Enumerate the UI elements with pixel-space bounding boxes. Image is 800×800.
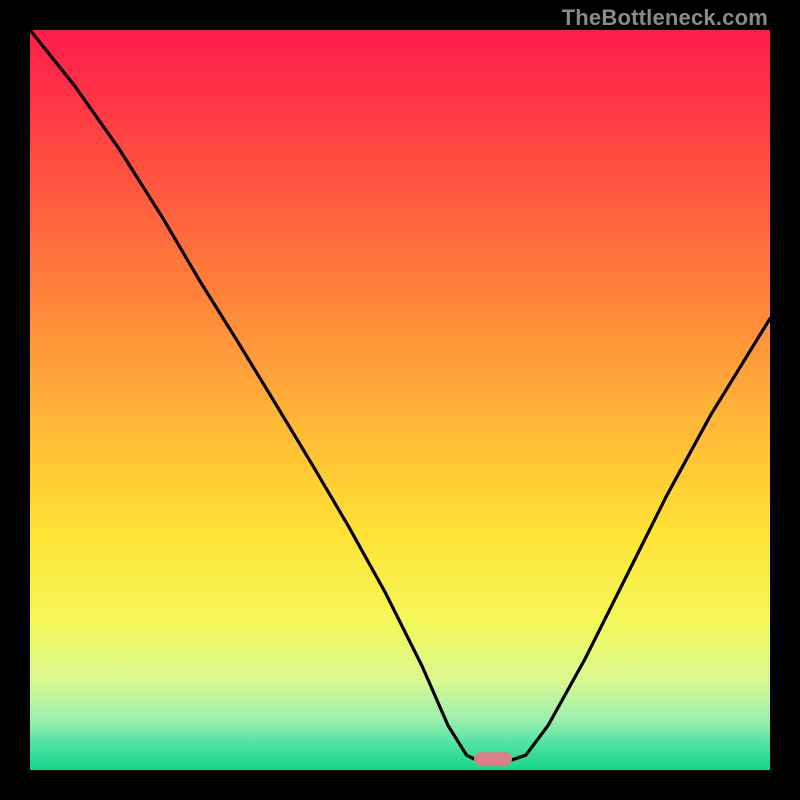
watermark-label: TheBottleneck.com xyxy=(562,5,768,31)
chart-frame: TheBottleneck.com xyxy=(0,0,800,800)
plot-area xyxy=(30,30,770,770)
optimum-marker xyxy=(474,752,512,766)
bottleneck-curve xyxy=(30,30,770,770)
